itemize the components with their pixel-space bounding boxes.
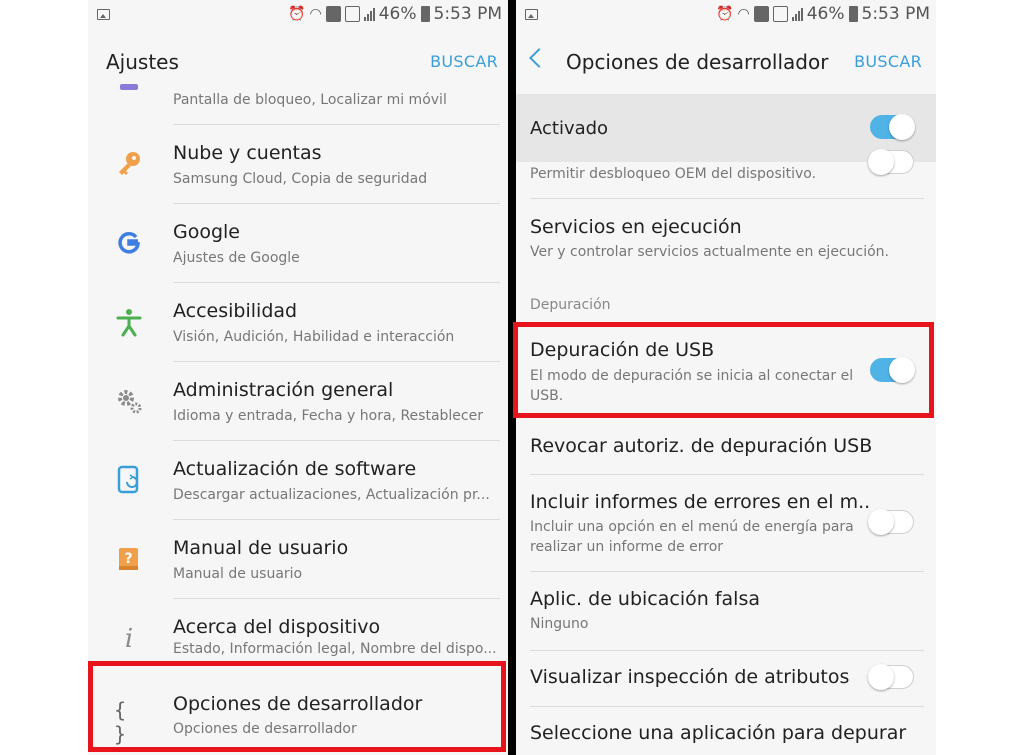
battery-percent: 46% [378, 4, 417, 24]
list-item-cloud-accounts[interactable]: Nube y cuentas Samsung Cloud, Copia de s… [88, 125, 508, 203]
list-item-software-update[interactable]: Actualización de software Descargar actu… [88, 441, 508, 519]
alarm-icon: ⏰ [716, 6, 734, 22]
wifi-icon: ◠ [309, 6, 322, 22]
list-item-lock-screen[interactable]: Pantalla de bloqueo, Localizar mi móvil [88, 84, 508, 124]
bug-reports-toggle[interactable] [868, 508, 914, 535]
settings-screen: ⏰ ◠ 46% 5:53 PM Ajustes BUSCAR Pantalla … [88, 0, 508, 755]
toggle-knob [868, 508, 894, 535]
battery-icon [848, 6, 858, 22]
list-item-subtitle: Idioma y entrada, Fecha y hora, Restable… [173, 408, 483, 424]
list-item-title: Revocar autoriz. de depuración USB [530, 435, 873, 457]
search-button[interactable]: BUSCAR [854, 52, 922, 71]
list-item-title: Administración general [173, 379, 394, 401]
svg-text:?: ? [124, 551, 132, 567]
app-bar: Ajustes BUSCAR [88, 30, 508, 94]
list-item-title: Seleccione una aplicación para depurar [530, 722, 907, 744]
list-item-accessibility[interactable]: Accesibilidad Visión, Audición, Habilida… [88, 283, 508, 361]
accessibility-icon [114, 307, 144, 337]
list-item-title: Actualización de software [173, 458, 417, 480]
list-item-subtitle: Ver y controlar servicios actualmente en… [530, 244, 889, 260]
panel-divider [508, 0, 516, 755]
list-item-subtitle: Estado, Información legal, Nombre del di… [173, 641, 497, 657]
list-item-select-debug-app[interactable]: Seleccione una aplicación para depurar [516, 707, 936, 755]
gears-icon [114, 386, 144, 416]
list-item-subtitle: Pantalla de bloqueo, Localizar mi móvil [173, 92, 447, 108]
battery-icon [420, 6, 430, 22]
list-item-subtitle: Incluir una opción en el menú de energía… [530, 519, 854, 555]
list-item-subtitle: Visión, Audición, Habilidad e interacció… [173, 329, 455, 345]
signal-box-icon [344, 6, 360, 22]
developer-braces-icon: { } [114, 698, 127, 746]
list-item-bug-reports[interactable]: Incluir informes de errores en el m.. In… [516, 475, 936, 571]
list-item-title: Servicios en ejecución [530, 216, 742, 238]
list-item-title: Opciones de desarrollador [173, 693, 423, 715]
status-bar: ⏰ ◠ 46% 5:53 PM [88, 0, 508, 30]
toggle-knob [868, 663, 894, 690]
list-item-subtitle: Permitir desbloqueo OEM del dispositivo. [530, 166, 817, 182]
list-item-subtitle: Opciones de desarrollador [173, 721, 357, 737]
user-manual-icon: ? [114, 544, 144, 574]
list-item-revoke-usb-auth[interactable]: Revocar autoriz. de depuración USB [516, 418, 936, 474]
list-item-view-attribute-inspection[interactable]: Visualizar inspección de atributos [516, 651, 936, 706]
list-item-title: Nube y cuentas [173, 142, 322, 164]
list-item-user-manual[interactable]: ? Manual de usuario Manual de usuario [88, 520, 508, 598]
toggle-knob [889, 114, 915, 140]
master-switch-label: Activado [530, 118, 609, 139]
list-item-title: Manual de usuario [173, 537, 349, 559]
list-item-subtitle: Descargar actualizaciones, Actualización… [173, 487, 490, 503]
list-item-general-management[interactable]: Administración general Idioma y entrada,… [88, 362, 508, 440]
alarm-icon: ⏰ [288, 6, 306, 22]
list-item-subtitle: El modo de depuración se inicia al conec… [530, 368, 854, 404]
battery-percent: 46% [806, 4, 845, 24]
list-item-subtitle: Ninguno [530, 616, 589, 632]
list-item-usb-debugging[interactable]: Depuración de USB El modo de depuración … [516, 324, 936, 416]
list-item-mock-location[interactable]: Aplic. de ubicación falsa Ninguno [516, 572, 936, 650]
app-bar: Opciones de desarrollador BUSCAR [516, 30, 936, 94]
list-item-title: Google [173, 221, 241, 243]
list-item-title: Acerca del dispositivo [173, 616, 381, 638]
list-item-title: Accesibilidad [173, 300, 298, 322]
oem-unlock-toggle[interactable] [868, 148, 914, 175]
toggle-knob [889, 357, 915, 383]
signal-icon [363, 7, 375, 21]
info-icon: i [114, 621, 144, 654]
list-item-google[interactable]: Google Ajustes de Google [88, 204, 508, 282]
section-header: Depuración [530, 297, 611, 313]
master-switch-toggle[interactable] [870, 114, 915, 140]
google-icon [114, 228, 144, 258]
key-icon [114, 149, 144, 179]
lock-icon [114, 84, 144, 114]
list-item-oem-unlock[interactable]: Permitir desbloqueo OEM del dispositivo. [516, 148, 936, 198]
sim-icon [753, 6, 769, 22]
signal-box-icon [772, 6, 788, 22]
list-item-running-services[interactable]: Servicios en ejecución Ver y controlar s… [516, 199, 936, 279]
clock: 5:53 PM [433, 4, 503, 24]
status-bar: ⏰ ◠ 46% 5:53 PM [516, 0, 936, 30]
developer-options-screen: ⏰ ◠ 46% 5:53 PM Opciones de desarrollado… [516, 0, 936, 755]
sim-icon [325, 6, 341, 22]
list-item-subtitle: Manual de usuario [173, 566, 303, 582]
page-title: Opciones de desarrollador [566, 50, 829, 74]
list-item-title: Aplic. de ubicación falsa [530, 588, 760, 610]
back-arrow-icon[interactable] [529, 48, 549, 68]
search-button[interactable]: BUSCAR [430, 52, 498, 71]
list-item-title: Depuración de USB [530, 339, 715, 361]
signal-icon [791, 7, 803, 21]
list-item-subtitle: Samsung Cloud, Copia de seguridad [173, 171, 428, 187]
list-item-title: Incluir informes de errores en el m.. [530, 491, 871, 513]
image-notification-icon [525, 9, 538, 20]
view-attribute-toggle[interactable] [868, 663, 914, 690]
page-title: Ajustes [106, 50, 179, 74]
list-item-developer-options[interactable]: { } Opciones de desarrollador Opciones d… [88, 664, 508, 755]
wifi-icon: ◠ [737, 6, 750, 22]
svg-text:i: i [125, 624, 133, 651]
toggle-knob [868, 148, 894, 175]
usb-debugging-toggle[interactable] [870, 357, 915, 383]
list-item-title: Visualizar inspección de atributos [530, 666, 850, 688]
software-update-icon [114, 465, 144, 495]
image-notification-icon [97, 9, 110, 20]
list-item-subtitle: Ajustes de Google [173, 250, 300, 266]
clock: 5:53 PM [861, 4, 931, 24]
